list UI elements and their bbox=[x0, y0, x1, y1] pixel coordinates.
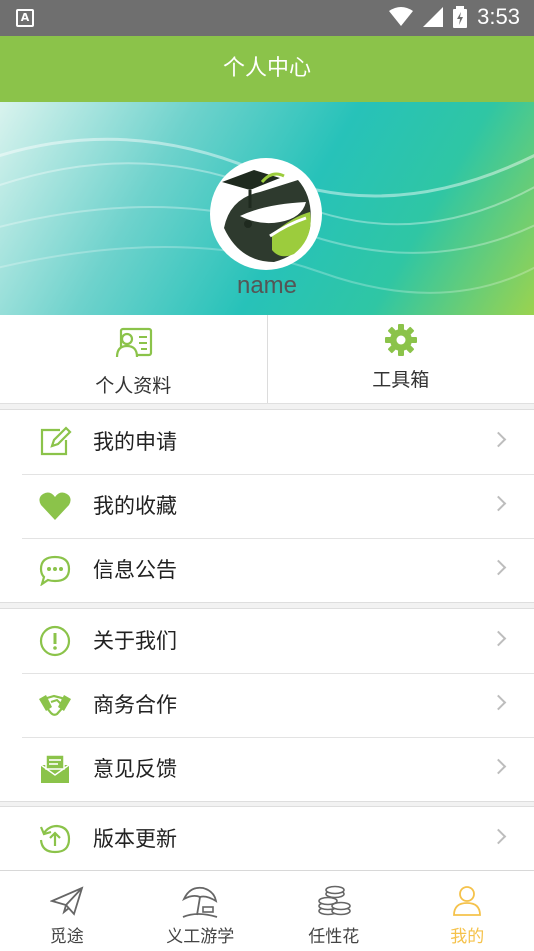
quick-actions: 个人资料 工具箱 bbox=[0, 315, 534, 404]
menu-item-label: 版本更新 bbox=[93, 807, 177, 871]
tab-volunteer-study[interactable]: 义工游学 bbox=[134, 871, 268, 951]
feedback-mail-icon bbox=[38, 753, 72, 785]
menu-item-announcements[interactable]: 信息公告 bbox=[0, 538, 534, 602]
status-time: 3:53 bbox=[477, 4, 520, 30]
chevron-right-icon bbox=[491, 829, 507, 845]
chevron-right-icon bbox=[491, 496, 507, 512]
menu-item-label: 我的收藏 bbox=[93, 474, 177, 538]
chevron-right-icon bbox=[491, 560, 507, 576]
battery-icon bbox=[453, 6, 467, 28]
badger-logo-icon bbox=[210, 158, 322, 270]
profile-info-label: 个人资料 bbox=[0, 371, 267, 398]
menu-item-about-us[interactable]: 关于我们 bbox=[0, 609, 534, 673]
tab-label: 我的 bbox=[401, 922, 534, 947]
menu-group-2: 关于我们 商务合作 意见反馈 bbox=[0, 608, 534, 802]
menu-item-my-favorites[interactable]: 我的收藏 bbox=[0, 474, 534, 538]
wifi-icon bbox=[389, 7, 413, 27]
profile-banner: name bbox=[0, 102, 534, 315]
tab-renxinghua[interactable]: 任性花 bbox=[267, 871, 401, 951]
chat-bubble-icon bbox=[38, 554, 72, 586]
gear-icon bbox=[384, 323, 418, 357]
beach-umbrella-icon bbox=[181, 885, 219, 919]
bottom-nav: 觅途 义工游学 任性花 我的 bbox=[0, 870, 534, 951]
info-icon bbox=[38, 625, 72, 657]
menu-item-label: 意见反馈 bbox=[93, 737, 177, 801]
chevron-right-icon bbox=[491, 631, 507, 647]
toolbox-label: 工具箱 bbox=[268, 365, 534, 392]
menu-item-label: 关于我们 bbox=[93, 609, 177, 673]
toolbox-button[interactable]: 工具箱 bbox=[267, 315, 534, 403]
page-title: 个人中心 bbox=[0, 36, 534, 102]
chevron-right-icon bbox=[491, 432, 507, 448]
menu-item-label: 商务合作 bbox=[93, 673, 177, 737]
heart-icon bbox=[38, 490, 72, 522]
paper-plane-icon bbox=[50, 885, 84, 917]
menu-item-version-update[interactable]: 版本更新 bbox=[0, 807, 534, 871]
handshake-icon bbox=[38, 689, 72, 721]
tab-label: 任性花 bbox=[267, 922, 401, 947]
chevron-right-icon bbox=[491, 695, 507, 711]
menu-item-feedback[interactable]: 意见反馈 bbox=[0, 737, 534, 801]
tab-label: 义工游学 bbox=[134, 922, 268, 947]
status-bar: A 3:53 bbox=[0, 0, 534, 36]
edit-icon bbox=[38, 426, 72, 458]
profile-info-button[interactable]: 个人资料 bbox=[0, 315, 267, 403]
menu-item-label: 信息公告 bbox=[93, 538, 177, 602]
update-icon bbox=[38, 823, 72, 855]
menu-item-label: 我的申请 bbox=[93, 410, 177, 474]
menu-group-3: 版本更新 bbox=[0, 806, 534, 872]
signal-icon bbox=[423, 7, 443, 27]
menu-group-1: 我的申请 我的收藏 信息公告 bbox=[0, 409, 534, 603]
menu-item-my-applications[interactable]: 我的申请 bbox=[0, 410, 534, 474]
notification-icon: A bbox=[16, 9, 34, 27]
tab-mine[interactable]: 我的 bbox=[401, 871, 534, 951]
username: name bbox=[0, 272, 534, 300]
chevron-right-icon bbox=[491, 759, 507, 775]
profile-card-icon bbox=[113, 325, 153, 359]
user-icon bbox=[452, 885, 482, 917]
coins-icon bbox=[316, 885, 352, 917]
tab-mitu[interactable]: 觅途 bbox=[0, 871, 134, 951]
avatar[interactable] bbox=[210, 158, 322, 270]
tab-label: 觅途 bbox=[0, 922, 134, 947]
menu-item-business-cooperation[interactable]: 商务合作 bbox=[0, 673, 534, 737]
